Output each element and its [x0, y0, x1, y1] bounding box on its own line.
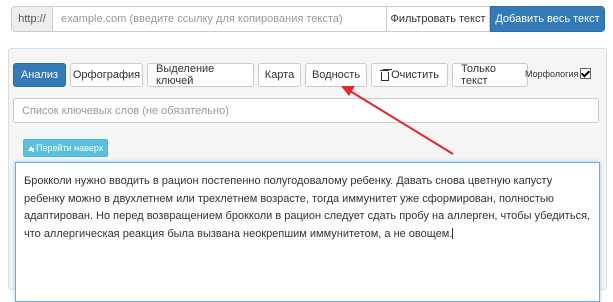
highlight-keys-button[interactable]: Выделение ключей	[147, 63, 254, 87]
analyze-button[interactable]: Анализ	[13, 63, 66, 87]
keywords-input[interactable]: Список ключевых слов (не обязательно)	[13, 98, 599, 123]
map-button[interactable]: Карта	[258, 63, 301, 87]
clear-button-label: Очистить	[391, 69, 439, 81]
url-prefix: http://	[11, 6, 52, 32]
text-caret	[452, 228, 454, 240]
spelling-button[interactable]: Орфография	[70, 63, 143, 87]
main-panel: Анализ Орфография Выделение ключей Карта…	[8, 48, 607, 302]
text-only-button[interactable]: Только текст	[452, 63, 528, 87]
url-input[interactable]: example.com (введите ссылку для копирова…	[52, 6, 387, 32]
toolbar: Анализ Орфография Выделение ключей Карта…	[13, 63, 528, 87]
arrow-up-icon	[28, 145, 34, 151]
filter-text-button[interactable]: Фильтровать текст	[387, 6, 490, 32]
scroll-top-button[interactable]: Перейти наверх	[23, 139, 109, 157]
clear-button[interactable]: Очистить	[371, 63, 448, 87]
wateriness-button[interactable]: Водность	[305, 63, 367, 87]
add-all-text-button[interactable]: Добавить весь текст	[490, 6, 605, 32]
morphology-option: Морфология	[525, 68, 592, 79]
trash-icon	[380, 69, 390, 81]
morphology-label: Морфология	[525, 68, 579, 79]
editor-text: Брокколи нужно вводить в рацион постепен…	[24, 175, 591, 240]
scroll-top-label: Перейти наверх	[36, 143, 104, 153]
text-editor[interactable]: Брокколи нужно вводить в рацион постепен…	[15, 162, 600, 302]
morphology-checkbox[interactable]	[580, 68, 592, 79]
url-bar: http:// example.com (введите ссылку для …	[11, 6, 605, 32]
